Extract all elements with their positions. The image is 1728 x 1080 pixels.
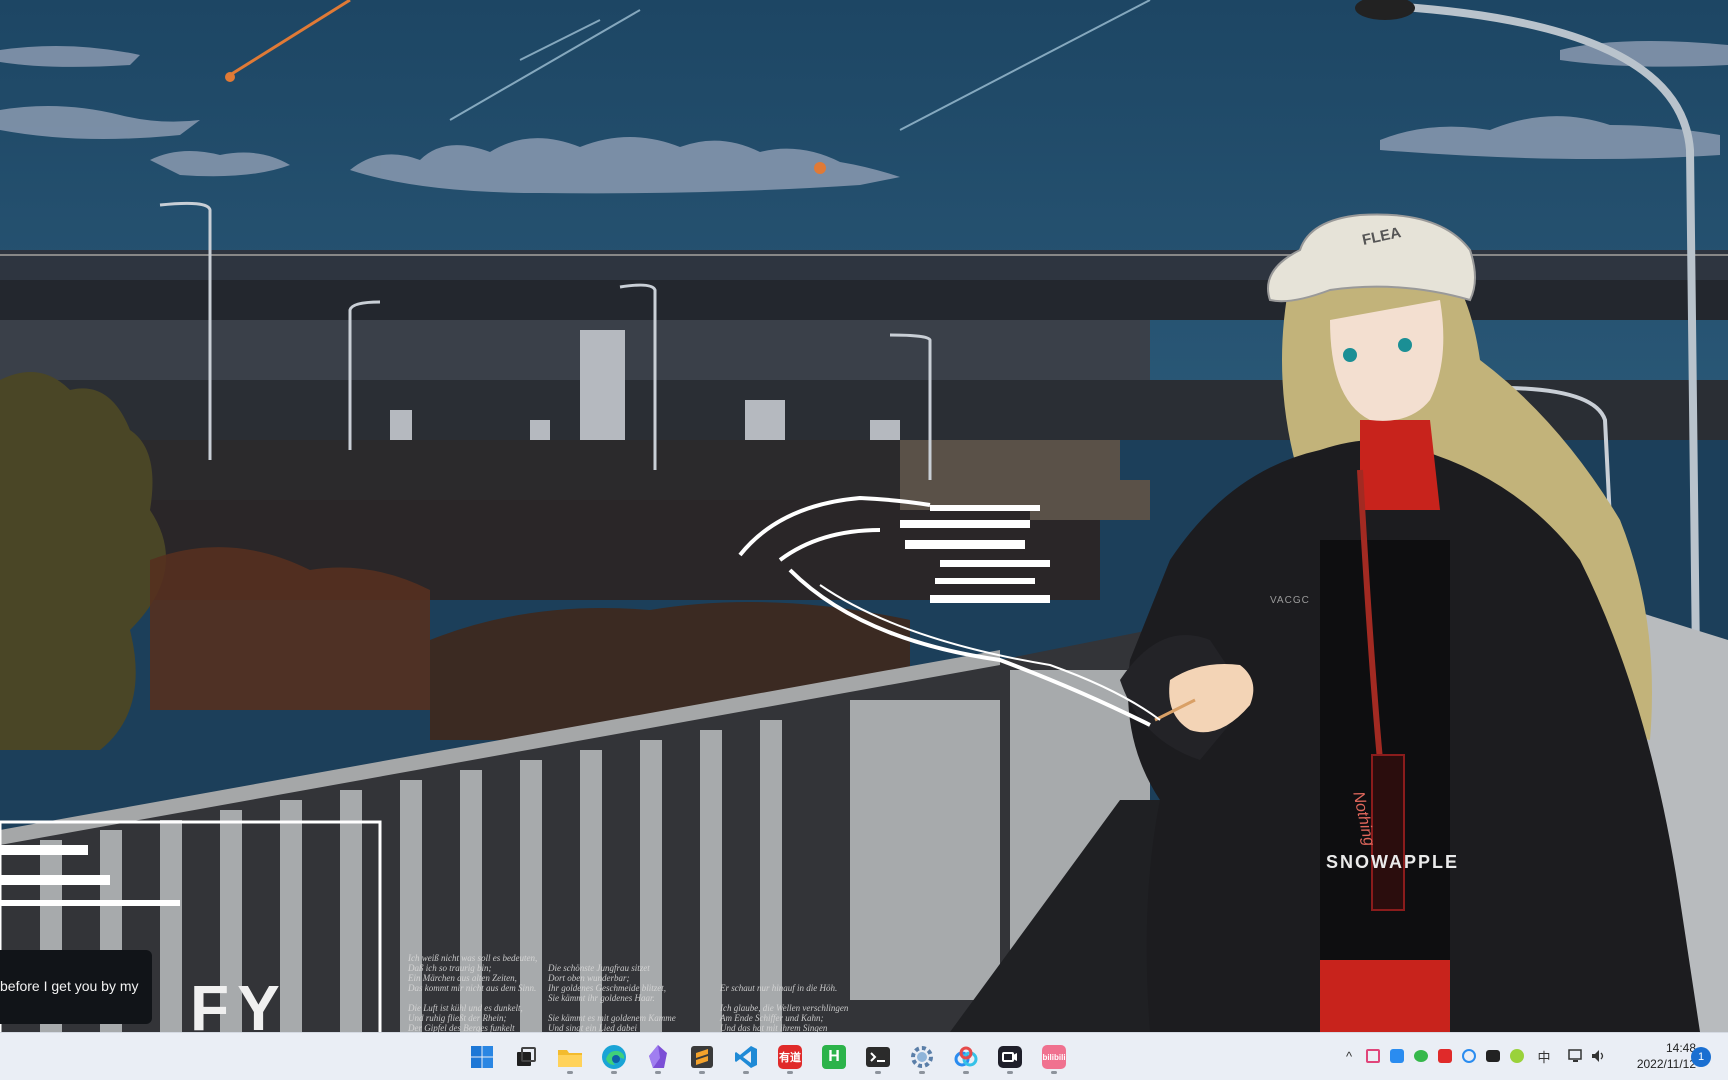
taskbar: 有道 H bilibili ^ 中 14:48 2022/11/12 1 xyxy=(0,1032,1728,1080)
running-indicator xyxy=(963,1071,969,1074)
lyric-column-3: Er schaut nur hinauf in die Höh. Ich gla… xyxy=(720,983,849,1032)
running-indicator xyxy=(567,1071,573,1074)
network-icon[interactable] xyxy=(1565,1045,1587,1067)
running-indicator xyxy=(655,1071,661,1074)
running-indicator xyxy=(611,1071,617,1074)
running-indicator xyxy=(787,1071,793,1074)
vscode-icon xyxy=(735,1046,757,1068)
youdao-icon: 有道 xyxy=(778,1045,802,1069)
lyric-column-1: Ich weiß nicht was soll es bedeuten, Daß… xyxy=(408,953,538,1032)
wallpaper-title-fragment: FY xyxy=(190,972,288,1032)
cloud-icon xyxy=(954,1046,978,1067)
task-view-icon xyxy=(517,1047,536,1066)
edge-icon xyxy=(602,1045,626,1069)
youdao-icon-label: 有道 xyxy=(779,1052,801,1064)
bilibili-button[interactable]: bilibili xyxy=(1036,1039,1072,1075)
windows-logo-icon xyxy=(471,1046,493,1068)
desktop[interactable]: Ich weiß nicht was soll es bedeuten, Daß… xyxy=(0,0,1728,1032)
vscode-button[interactable] xyxy=(728,1039,764,1075)
settings-app-button[interactable] xyxy=(904,1039,940,1075)
youdao-button[interactable]: 有道 xyxy=(772,1039,808,1075)
tray-overflow-button[interactable]: ^ xyxy=(1338,1045,1360,1067)
wechat-tray-icon[interactable] xyxy=(1410,1045,1432,1067)
chevron-up-icon: ^ xyxy=(1345,1048,1353,1064)
notification-toast[interactable]: before I get you by my xyxy=(0,950,152,1024)
file-explorer-button[interactable] xyxy=(552,1039,588,1075)
obsidian-button[interactable] xyxy=(640,1039,676,1075)
running-indicator xyxy=(743,1071,749,1074)
hbuilder-icon: H xyxy=(822,1045,846,1069)
hbuilder-button[interactable]: H xyxy=(816,1039,852,1075)
taskview-button[interactable] xyxy=(508,1039,544,1075)
toast-text: before I get you by my xyxy=(0,978,139,994)
ime-indicator[interactable]: 中 xyxy=(1533,1045,1555,1067)
notification-badge[interactable]: 1 xyxy=(1691,1047,1711,1067)
running-indicator xyxy=(919,1071,925,1074)
notification-count: 1 xyxy=(1697,1051,1705,1063)
folder-icon xyxy=(558,1050,582,1067)
jacket-logo-text: VACGC xyxy=(1270,595,1310,606)
start-button[interactable] xyxy=(464,1039,500,1075)
sublime-icon xyxy=(691,1046,713,1068)
gear-icon xyxy=(911,1046,933,1068)
running-indicator xyxy=(699,1071,705,1074)
green-app-tray-icon[interactable] xyxy=(1506,1045,1528,1067)
terminal-button[interactable] xyxy=(860,1039,896,1075)
calendar-tray-icon[interactable] xyxy=(1362,1045,1384,1067)
sublime-button[interactable] xyxy=(684,1039,720,1075)
bilibili-icon: bilibili xyxy=(1042,1045,1066,1069)
baidu-netdisk-button[interactable] xyxy=(948,1039,984,1075)
terminal-icon xyxy=(866,1047,890,1067)
lyric-column-2: Die schönste Jungfrau sitzet Dort oben w… xyxy=(548,963,676,1032)
bilibili-icon-label: bilibili xyxy=(1042,1052,1066,1062)
camera-tray-icon[interactable] xyxy=(1482,1045,1504,1067)
running-indicator xyxy=(1007,1071,1013,1074)
speaker-icon[interactable] xyxy=(1588,1045,1610,1067)
red-app-tray-icon[interactable] xyxy=(1434,1045,1456,1067)
anime-wallpaper xyxy=(0,0,1728,1032)
running-indicator xyxy=(875,1071,881,1074)
jacket-print-text: SNOWAPPLE xyxy=(1326,852,1460,872)
obsidian-icon xyxy=(649,1045,667,1068)
star-tray-icon[interactable] xyxy=(1386,1045,1408,1067)
clock-date: 2022/11/12 xyxy=(1636,1057,1696,1071)
netdisk-tray-icon[interactable] xyxy=(1458,1045,1480,1067)
running-indicator xyxy=(1051,1071,1057,1074)
edge-button[interactable] xyxy=(596,1039,632,1075)
clock-time: 14:48 xyxy=(1665,1041,1696,1055)
ime-label: 中 xyxy=(1537,1049,1551,1065)
capture-button[interactable] xyxy=(992,1039,1028,1075)
video-camera-icon xyxy=(998,1046,1022,1068)
clock[interactable]: 14:48 2022/11/12 xyxy=(1616,1040,1696,1072)
hbuilder-icon-label: H xyxy=(828,1048,840,1065)
